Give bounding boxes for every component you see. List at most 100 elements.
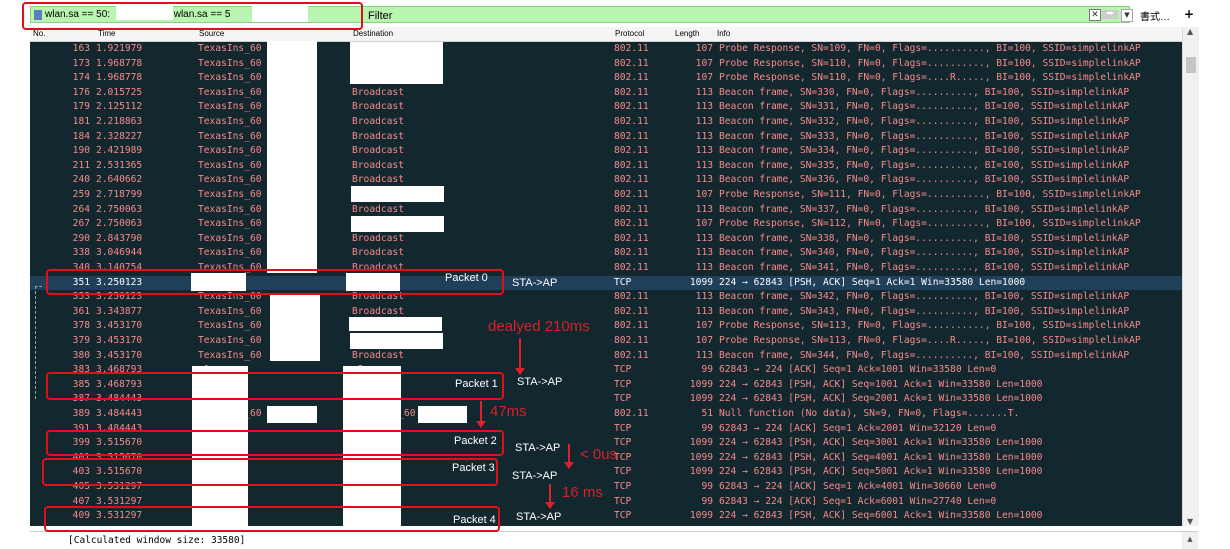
packet-row[interactable]: 173 1.968778 TexasIns_60 802.11 107 Probe Res… bbox=[30, 57, 1182, 71]
packet-src-cell: TexasIns_60 bbox=[198, 320, 262, 332]
scroll-thumb[interactable] bbox=[1186, 57, 1196, 73]
packet-len-cell: 113 bbox=[695, 174, 713, 186]
filter-highlight-box bbox=[22, 2, 363, 30]
packet-dst-cell: Broadcast bbox=[352, 130, 404, 142]
packet-proto-cell: 802.11 bbox=[614, 57, 649, 69]
packet-row[interactable]: 338 3.046944 TexasIns_60 Broadcast 802.11 113… bbox=[30, 246, 1182, 260]
packet-len-cell: 113 bbox=[695, 232, 713, 244]
packet-src-cell: TexasIns_60 bbox=[198, 57, 262, 69]
column-protocol[interactable]: Protocol bbox=[615, 29, 644, 38]
packet-info-cell: Probe Response, SN=113, FN=0, Flags=....… bbox=[719, 320, 1141, 332]
apply-filter-arrow-icon[interactable]: ➡ bbox=[1102, 10, 1118, 19]
column-destination[interactable]: Destination bbox=[353, 29, 393, 38]
packet-row[interactable]: 184 2.328227 TexasIns_60 Broadcast 802.11 113… bbox=[30, 130, 1182, 144]
packet-proto-cell: TCP bbox=[614, 481, 632, 492]
packet-len-cell: 1099 bbox=[689, 393, 713, 405]
packet-no-cell: 179 bbox=[72, 101, 90, 113]
packet-info-cell: 224 → 62843 [PSH, ACK] Seq=3001 Ack=1 Wi… bbox=[719, 437, 1043, 449]
packet-src-cell: TexasIns_60 bbox=[198, 305, 262, 317]
packet-len-cell: 113 bbox=[695, 101, 713, 113]
packet-info-cell: Beacon frame, SN=332, FN=0, Flags=......… bbox=[719, 116, 1130, 127]
add-filter-button[interactable]: + bbox=[1184, 7, 1194, 21]
packet-src-cell: TexasIns_60 bbox=[198, 349, 262, 361]
packet-proto-cell: 802.11 bbox=[614, 305, 649, 317]
packet-0-label: Packet 0 bbox=[445, 272, 488, 284]
packet-row[interactable]: 361 3.343877 TexasIns_60 Broadcast 802.11 113… bbox=[30, 305, 1182, 319]
packet-time-cell: 3.453170 bbox=[96, 335, 143, 346]
packet-row[interactable]: 174 1.968778 TexasIns_60 802.11 107 Probe Res… bbox=[30, 71, 1182, 85]
packet-src-cell: TexasIns_60 bbox=[198, 116, 262, 127]
packet-proto-cell: 802.11 bbox=[614, 335, 649, 346]
scroll-up-icon[interactable]: ▲ bbox=[1187, 27, 1193, 36]
packet-row[interactable]: 264 2.750063 TexasIns_60 Broadcast 802.11 113… bbox=[30, 203, 1182, 217]
packet-info-cell: 62843 → 224 [ACK] Seq=1 Ack=1001 Win=335… bbox=[719, 364, 997, 376]
packet-len-cell: 113 bbox=[695, 305, 713, 317]
packet-row[interactable]: 190 2.421989 TexasIns_60 Broadcast 802.11 113… bbox=[30, 144, 1182, 158]
packet-proto-cell: 802.11 bbox=[614, 130, 649, 142]
packet-3-box bbox=[42, 458, 498, 486]
packet-proto-cell: 802.11 bbox=[614, 86, 649, 98]
scroll-down-icon[interactable]: ▼ bbox=[1187, 517, 1193, 526]
packet-len-cell: 113 bbox=[695, 203, 713, 215]
packet-len-cell: 1099 bbox=[689, 466, 713, 478]
detail-window-size[interactable]: [Calculated window size: 33580] bbox=[68, 535, 245, 546]
packet-proto-cell: 802.11 bbox=[614, 159, 649, 171]
column-source[interactable]: Source bbox=[199, 29, 224, 38]
packet-info-cell: Probe Response, SN=110, FN=0, Flags=....… bbox=[719, 57, 1141, 69]
expression-button[interactable]: 書式… bbox=[1140, 8, 1170, 23]
packet-src-cell: TexasIns_60 bbox=[198, 72, 262, 84]
redaction-block bbox=[351, 186, 444, 202]
packet-src-cell: TexasIns_60 bbox=[198, 101, 262, 113]
packet-list-scrollbar[interactable]: ▲ ▼ bbox=[1182, 27, 1199, 526]
packet-proto-cell: 802.11 bbox=[614, 203, 649, 215]
packet-proto-cell: 802.11 bbox=[614, 189, 649, 200]
packet-info-cell: 224 → 62843 [PSH, ACK] Seq=2001 Ack=1 Wi… bbox=[719, 393, 1043, 405]
packet-no-cell: 264 bbox=[72, 203, 90, 215]
packet-proto-cell: 802.11 bbox=[614, 349, 649, 361]
packet-len-cell: 113 bbox=[695, 145, 713, 157]
packet-row[interactable]: 181 2.218863 TexasIns_60 Broadcast 802.11 113… bbox=[30, 115, 1182, 129]
redaction-block bbox=[350, 42, 443, 84]
packet-row[interactable]: 378 3.453170 TexasIns_60 802.11 107 Probe Res… bbox=[30, 319, 1182, 333]
packet-proto-cell: 802.11 bbox=[614, 320, 649, 332]
packet-len-cell: 51 bbox=[701, 408, 713, 419]
packet-3-label: Packet 3 bbox=[452, 462, 495, 474]
packet-info-cell: Beacon frame, SN=342, FN=0, Flags=......… bbox=[719, 291, 1130, 303]
column-time[interactable]: Time bbox=[98, 29, 115, 38]
clear-filter-icon[interactable]: ✕ bbox=[1089, 9, 1101, 21]
packet-no-cell: 173 bbox=[72, 57, 90, 69]
packet-src-cell: TexasIns_60 bbox=[198, 174, 262, 186]
packet-src-cell: TexasIns_60 bbox=[198, 159, 262, 171]
packet-info-cell: 62843 → 224 [ACK] Seq=1 Ack=6001 Win=277… bbox=[719, 495, 997, 507]
packet-row[interactable]: 380 3.453170 TexasIns_60 Broadcast 802.11 113… bbox=[30, 349, 1182, 363]
packet-info-cell: Beacon frame, SN=338, FN=0, Flags=......… bbox=[719, 232, 1130, 244]
packet-row[interactable]: 240 2.640662 TexasIns_60 Broadcast 802.11 113… bbox=[30, 173, 1182, 187]
column-length[interactable]: Length bbox=[675, 29, 699, 38]
packet-row[interactable]: 379 3.453170 TexasIns_60 802.11 107 Probe Res… bbox=[30, 334, 1182, 348]
column-no[interactable]: No. bbox=[33, 29, 45, 38]
detail-scroll-icon[interactable]: ▲ bbox=[1182, 532, 1198, 549]
packet-row[interactable]: 259 2.718799 TexasIns_60 802.11 107 Probe Res… bbox=[30, 188, 1182, 202]
packet-dst-cell: Broadcast bbox=[352, 86, 404, 98]
packet-no-cell: 290 bbox=[72, 232, 90, 244]
packet-row[interactable]: 267 2.750063 TexasIns_60 802.11 107 Probe Res… bbox=[30, 217, 1182, 231]
packet-row[interactable]: 163 1.921979 TexasIns_60 802.11 107 Probe Res… bbox=[30, 42, 1182, 56]
packet-info-cell: 224 → 62843 [PSH, ACK] Seq=6001 Ack=1 Wi… bbox=[719, 510, 1043, 522]
packet-len-cell: 107 bbox=[695, 72, 713, 84]
packet-row[interactable]: 179 2.125112 TexasIns_60 Broadcast 802.11 113… bbox=[30, 100, 1182, 114]
packet-proto-cell: 802.11 bbox=[614, 145, 649, 157]
packet-len-cell: 107 bbox=[695, 320, 713, 332]
redaction-block bbox=[267, 41, 317, 273]
packet-time-cell: 2.843790 bbox=[96, 232, 143, 244]
column-info[interactable]: Info bbox=[717, 29, 730, 38]
packet-row[interactable]: 211 2.531365 TexasIns_60 Broadcast 802.11 113… bbox=[30, 159, 1182, 173]
packet-info-cell: Beacon frame, SN=340, FN=0, Flags=......… bbox=[719, 247, 1130, 259]
sta-ap-label: STA->AP bbox=[512, 277, 558, 289]
packet-len-cell: 1099 bbox=[689, 378, 713, 390]
filter-history-dropdown-icon[interactable]: ▼ bbox=[1121, 9, 1133, 22]
sta-ap-label: STA->AP bbox=[516, 511, 562, 523]
packet-row[interactable]: 176 2.015725 TexasIns_60 Broadcast 802.11 113… bbox=[30, 86, 1182, 100]
packet-info-cell: Probe Response, SN=110, FN=0, Flags=....… bbox=[719, 72, 1141, 84]
packet-dst-cell: Broadcast bbox=[352, 247, 404, 259]
packet-row[interactable]: 290 2.843790 TexasIns_60 Broadcast 802.11 113… bbox=[30, 232, 1182, 246]
